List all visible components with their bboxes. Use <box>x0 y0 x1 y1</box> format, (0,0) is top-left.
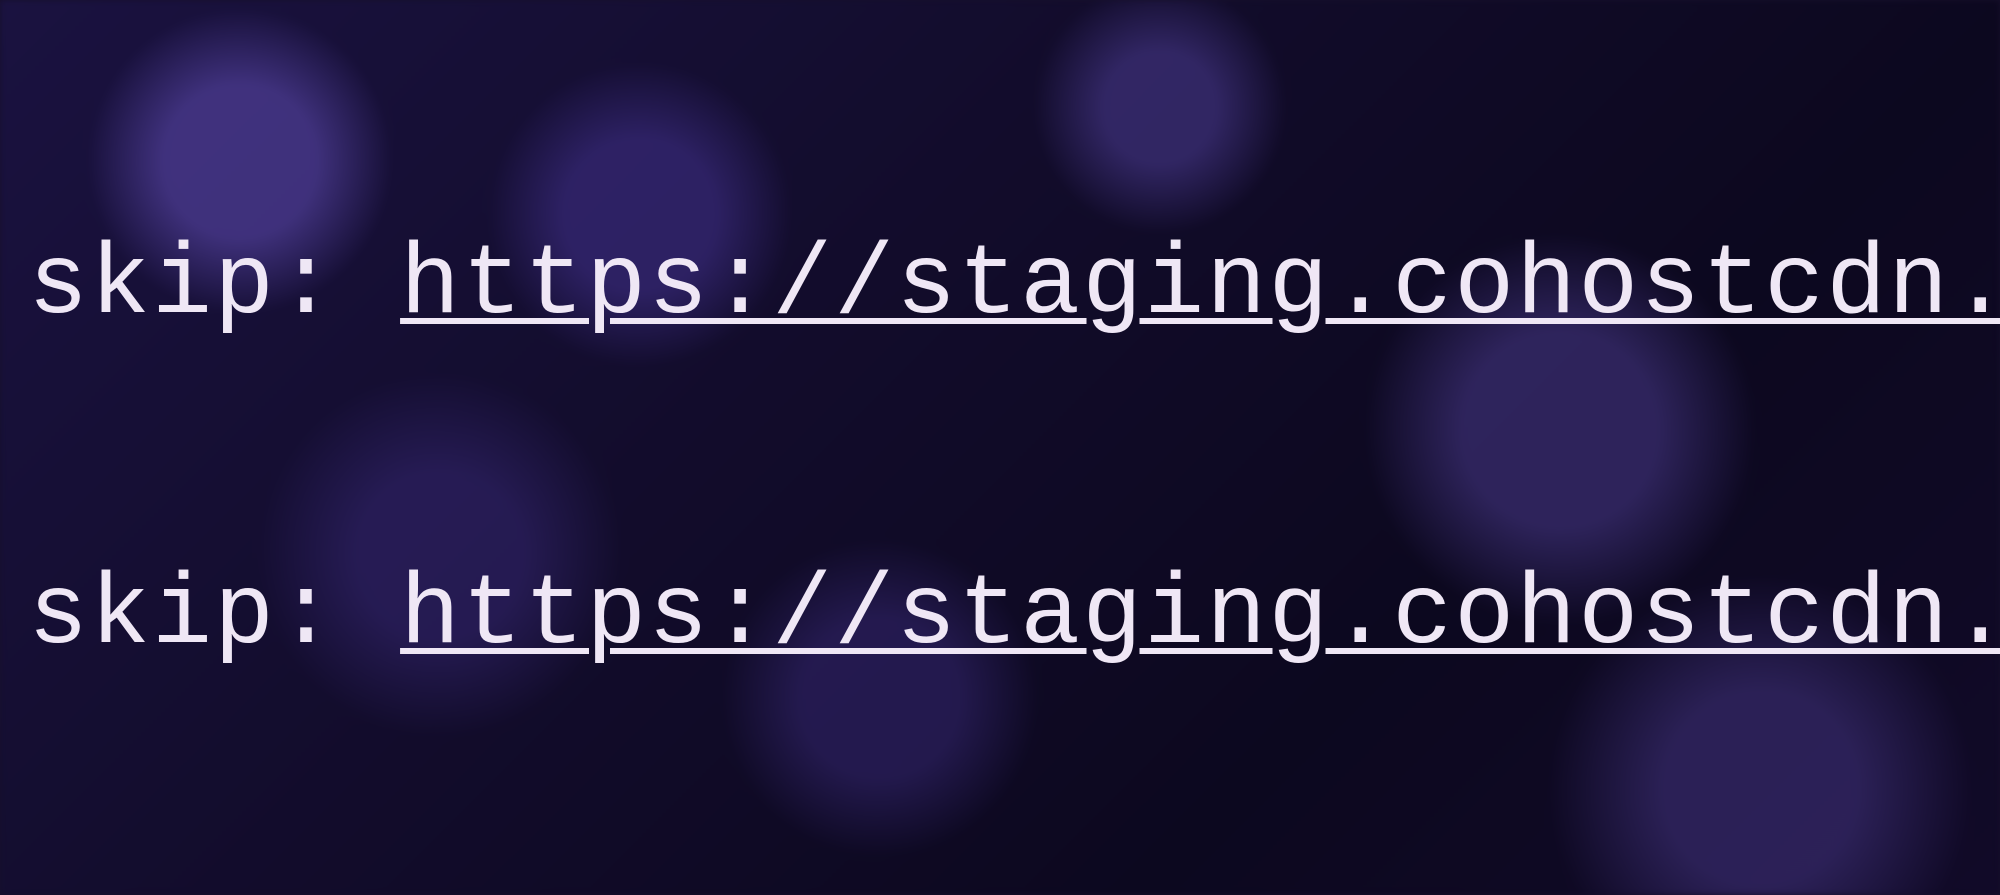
skip-url[interactable]: https://staging.cohostcdn.org <box>400 230 2000 343</box>
terminal-output: skip: https://staging.cohostcdn.org skip… <box>0 0 2000 895</box>
skip-prefix: skip: <box>28 890 400 895</box>
output-line: skip: https://staging.cohostcdn.org <box>28 232 2000 342</box>
skip-url[interactable]: https://staging.cohostcdn.org <box>400 560 2000 673</box>
skip-prefix: skip: <box>28 230 400 343</box>
skip-prefix: skip: <box>28 560 400 673</box>
output-line: skip: https://staging.cohostcdn.org <box>28 562 2000 672</box>
skip-url[interactable]: https://staging.cohostcdn.org <box>400 890 2000 895</box>
